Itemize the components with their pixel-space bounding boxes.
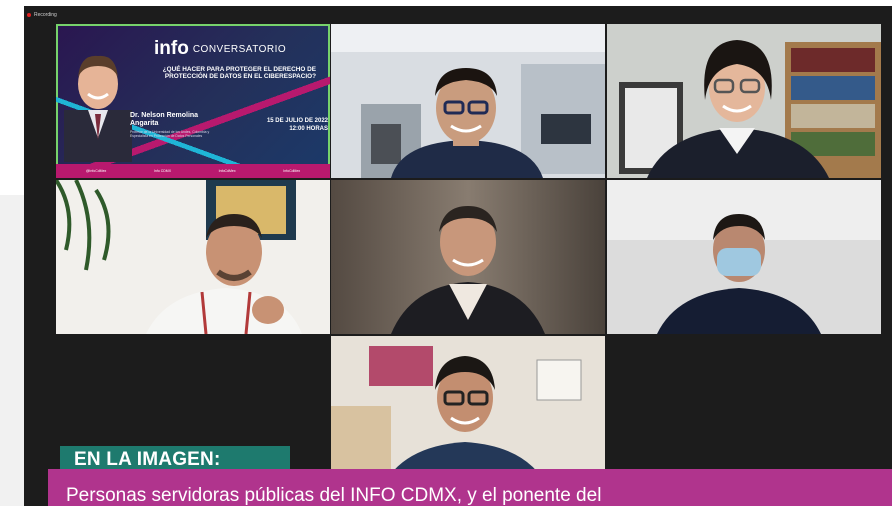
participant-video-frame: [607, 24, 881, 178]
recording-indicator: Recording: [27, 9, 57, 21]
poster-social-footer: @InfoCdMex Info CDMX InfoCdMex InfoCdMex: [56, 164, 330, 178]
video-tile-participant[interactable]: [56, 180, 330, 334]
video-meeting-window: Recording info CONVERSATORIO ¿QUÉ HACER …: [24, 6, 892, 506]
recording-label: Recording: [34, 12, 57, 18]
video-tile-participant[interactable]: [331, 336, 605, 490]
participant-video-frame: [331, 336, 605, 490]
image-caption-text: Personas servidoras públicas del INFO CD…: [48, 469, 892, 506]
event-time: 12:00 HORAS: [289, 125, 328, 132]
event-question: ¿QUÉ HACER PARA PROTEGER EL DERECHO DE P…: [162, 66, 316, 81]
video-tile-participant[interactable]: [607, 24, 881, 178]
info-logo-mark: info: [154, 38, 189, 59]
event-type: CONVERSATORIO: [192, 43, 287, 55]
speaker-name: Dr. Nelson Remolina Angarita: [130, 112, 199, 127]
event-datetime: 15 DE JULIO DE 2022 12:00 HORAS: [242, 118, 328, 134]
info-logo: info CONVERSATORIO: [154, 38, 286, 60]
event-date: 15 DE JULIO DE 2022: [266, 118, 328, 124]
video-tile-participant[interactable]: [331, 24, 605, 178]
participant-video-frame: [56, 180, 330, 334]
speaker-portrait: [64, 55, 132, 162]
social-item: Info CDMX: [153, 169, 172, 173]
social-item: InfoCdMex: [218, 169, 236, 173]
social-item: InfoCdMex: [283, 169, 301, 173]
video-tile-presentation[interactable]: info CONVERSATORIO ¿QUÉ HACER PARA PROTE…: [56, 24, 330, 178]
participant-video-frame: [331, 180, 605, 334]
video-tile-participant[interactable]: [331, 180, 605, 334]
recording-dot-icon: [27, 13, 31, 17]
social-item: @InfoCdMex: [85, 169, 107, 173]
video-tile-participant[interactable]: [607, 180, 881, 334]
participant-video-frame: [331, 24, 605, 178]
speaker-description: Profesor de la Universidad de los Andes,…: [130, 130, 210, 139]
participant-video-frame: [607, 180, 881, 334]
